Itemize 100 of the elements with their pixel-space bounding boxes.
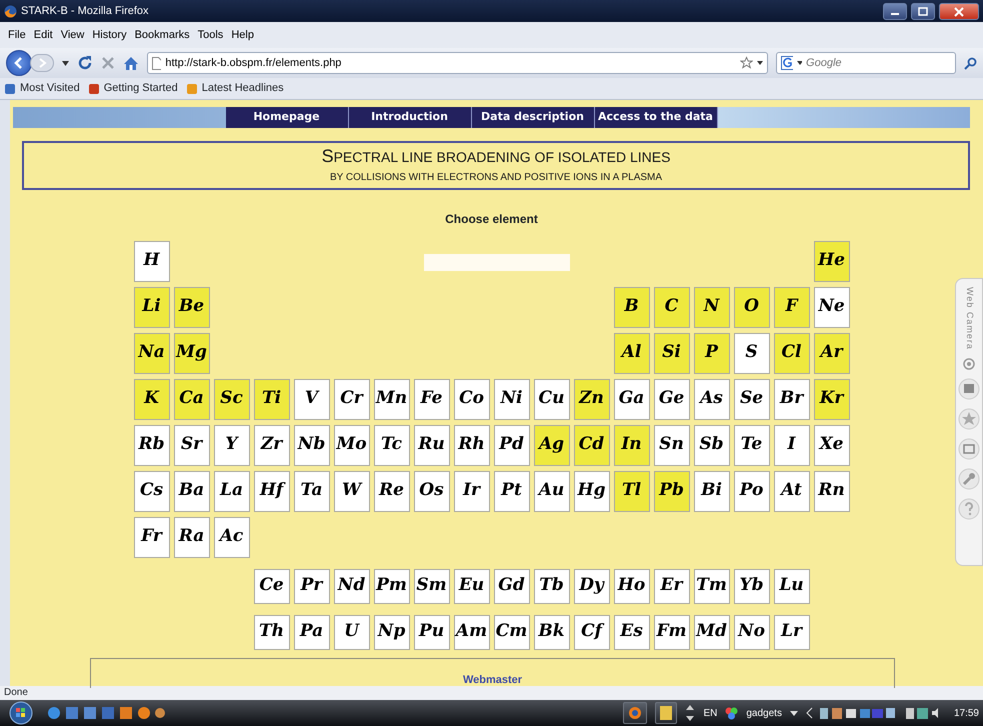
- element-button[interactable]: Xe: [814, 424, 850, 466]
- reload-icon[interactable]: [77, 55, 93, 71]
- element-button[interactable]: Pt: [494, 470, 530, 512]
- element-button[interactable]: Ac: [214, 516, 250, 558]
- element-button[interactable]: Fm: [654, 614, 690, 650]
- element-button[interactable]: Tc: [374, 424, 410, 466]
- caret-icon[interactable]: [62, 60, 69, 66]
- element-button[interactable]: Tl: [614, 470, 650, 512]
- address-bar[interactable]: http://stark-b.obspm.fr/elements.php: [147, 52, 768, 74]
- element-button[interactable]: Co: [454, 378, 490, 420]
- element-button[interactable]: Ra: [174, 516, 210, 558]
- element-button[interactable]: Eu: [454, 568, 490, 604]
- element-button[interactable]: Am: [454, 614, 490, 650]
- element-button[interactable]: Es: [614, 614, 650, 650]
- camera-icon[interactable]: [963, 358, 975, 370]
- element-button[interactable]: B: [614, 286, 650, 328]
- element-button[interactable]: C: [654, 286, 690, 328]
- element-button[interactable]: W: [334, 470, 370, 512]
- element-button[interactable]: Mn: [374, 378, 410, 420]
- element-button[interactable]: K: [134, 378, 170, 420]
- search-engine-icon[interactable]: [781, 56, 793, 70]
- element-button[interactable]: Ca: [174, 378, 210, 420]
- element-button[interactable]: V: [294, 378, 330, 420]
- element-button[interactable]: Pd: [494, 424, 530, 466]
- element-button[interactable]: He: [814, 240, 850, 282]
- element-button[interactable]: Ga: [614, 378, 650, 420]
- element-button[interactable]: Lu: [774, 568, 810, 604]
- element-button[interactable]: Ge: [654, 378, 690, 420]
- quick-launch-drawing[interactable]: [46, 705, 166, 721]
- element-button[interactable]: Rh: [454, 424, 490, 466]
- element-button[interactable]: Sb: [694, 424, 730, 466]
- element-button[interactable]: Ce: [254, 568, 290, 604]
- nav-tab[interactable]: Introduction: [348, 107, 472, 128]
- bookmark-link[interactable]: Getting Started: [104, 80, 178, 97]
- element-button[interactable]: Fe: [414, 378, 450, 420]
- caret-icon[interactable]: [790, 710, 798, 716]
- element-button[interactable]: Cf: [574, 614, 610, 650]
- element-button[interactable]: In: [614, 424, 650, 466]
- close-button[interactable]: [939, 2, 979, 20]
- menu-item[interactable]: Help: [227, 26, 258, 44]
- menu-item[interactable]: Edit: [30, 26, 57, 44]
- element-button[interactable]: Mg: [174, 332, 210, 374]
- element-button[interactable]: As: [694, 378, 730, 420]
- clock[interactable]: 17:59: [954, 706, 979, 720]
- element-button[interactable]: Rn: [814, 470, 850, 512]
- element-button[interactable]: I: [774, 424, 810, 466]
- toolbar-label[interactable]: gadgets: [746, 706, 782, 720]
- search-field[interactable]: Google: [806, 54, 951, 72]
- minimize-button[interactable]: [883, 2, 907, 20]
- element-button[interactable]: Os: [414, 470, 450, 512]
- element-button[interactable]: Ho: [614, 568, 650, 604]
- maximize-button[interactable]: [911, 2, 935, 20]
- element-button[interactable]: Cs: [134, 470, 170, 512]
- element-button[interactable]: Yb: [734, 568, 770, 604]
- element-button[interactable]: Gd: [494, 568, 530, 604]
- element-button[interactable]: Be: [174, 286, 210, 328]
- webmaster-link[interactable]: Webmaster: [462, 674, 522, 686]
- element-button[interactable]: Er: [654, 568, 690, 604]
- caret-icon[interactable]: [757, 61, 763, 65]
- element-button[interactable]: Hf: [254, 470, 290, 512]
- element-button[interactable]: Tm: [694, 568, 730, 604]
- element-button[interactable]: Nd: [334, 568, 370, 604]
- element-button[interactable]: Rb: [134, 424, 170, 466]
- element-button[interactable]: Ag: [534, 424, 570, 466]
- element-button[interactable]: H: [134, 240, 170, 282]
- element-button[interactable]: Lr: [774, 614, 810, 650]
- element-button[interactable]: Cm: [494, 614, 530, 650]
- element-button[interactable]: F: [774, 286, 810, 328]
- element-button[interactable]: Ar: [814, 332, 850, 374]
- element-button[interactable]: Cu: [534, 378, 570, 420]
- element-button[interactable]: Zn: [574, 378, 610, 420]
- search-box[interactable]: Google: [776, 52, 956, 74]
- bookmark-link[interactable]: Most Visited: [20, 80, 80, 97]
- element-button[interactable]: P: [694, 332, 730, 374]
- element-button[interactable]: Li: [134, 286, 170, 328]
- bookmark-link[interactable]: Latest Headlines: [202, 80, 284, 97]
- language-indicator[interactable]: EN: [703, 706, 718, 720]
- element-button[interactable]: Te: [734, 424, 770, 466]
- element-button[interactable]: Pr: [294, 568, 330, 604]
- element-button[interactable]: Ne: [814, 286, 850, 328]
- nav-tab[interactable]: Data description: [472, 107, 594, 128]
- menu-item[interactable]: View: [56, 26, 88, 44]
- element-button[interactable]: Kr: [814, 378, 850, 420]
- element-button[interactable]: La: [214, 470, 250, 512]
- home-icon[interactable]: [123, 56, 139, 70]
- element-button[interactable]: Ti: [254, 378, 290, 420]
- element-button[interactable]: Na: [134, 332, 170, 374]
- search-icon[interactable]: [964, 56, 977, 70]
- element-button[interactable]: Sr: [174, 424, 210, 466]
- element-button[interactable]: Pu: [414, 614, 450, 650]
- star-icon[interactable]: [740, 56, 754, 70]
- element-button[interactable]: Nb: [294, 424, 330, 466]
- element-button[interactable]: Po: [734, 470, 770, 512]
- element-button[interactable]: Dy: [574, 568, 610, 604]
- element-button[interactable]: Br: [774, 378, 810, 420]
- element-button[interactable]: Hg: [574, 470, 610, 512]
- firefox-task-button[interactable]: [623, 702, 648, 724]
- element-button[interactable]: Au: [534, 470, 570, 512]
- address-field[interactable]: http://stark-b.obspm.fr/elements.php: [165, 54, 736, 72]
- element-button[interactable]: Ta: [294, 470, 330, 512]
